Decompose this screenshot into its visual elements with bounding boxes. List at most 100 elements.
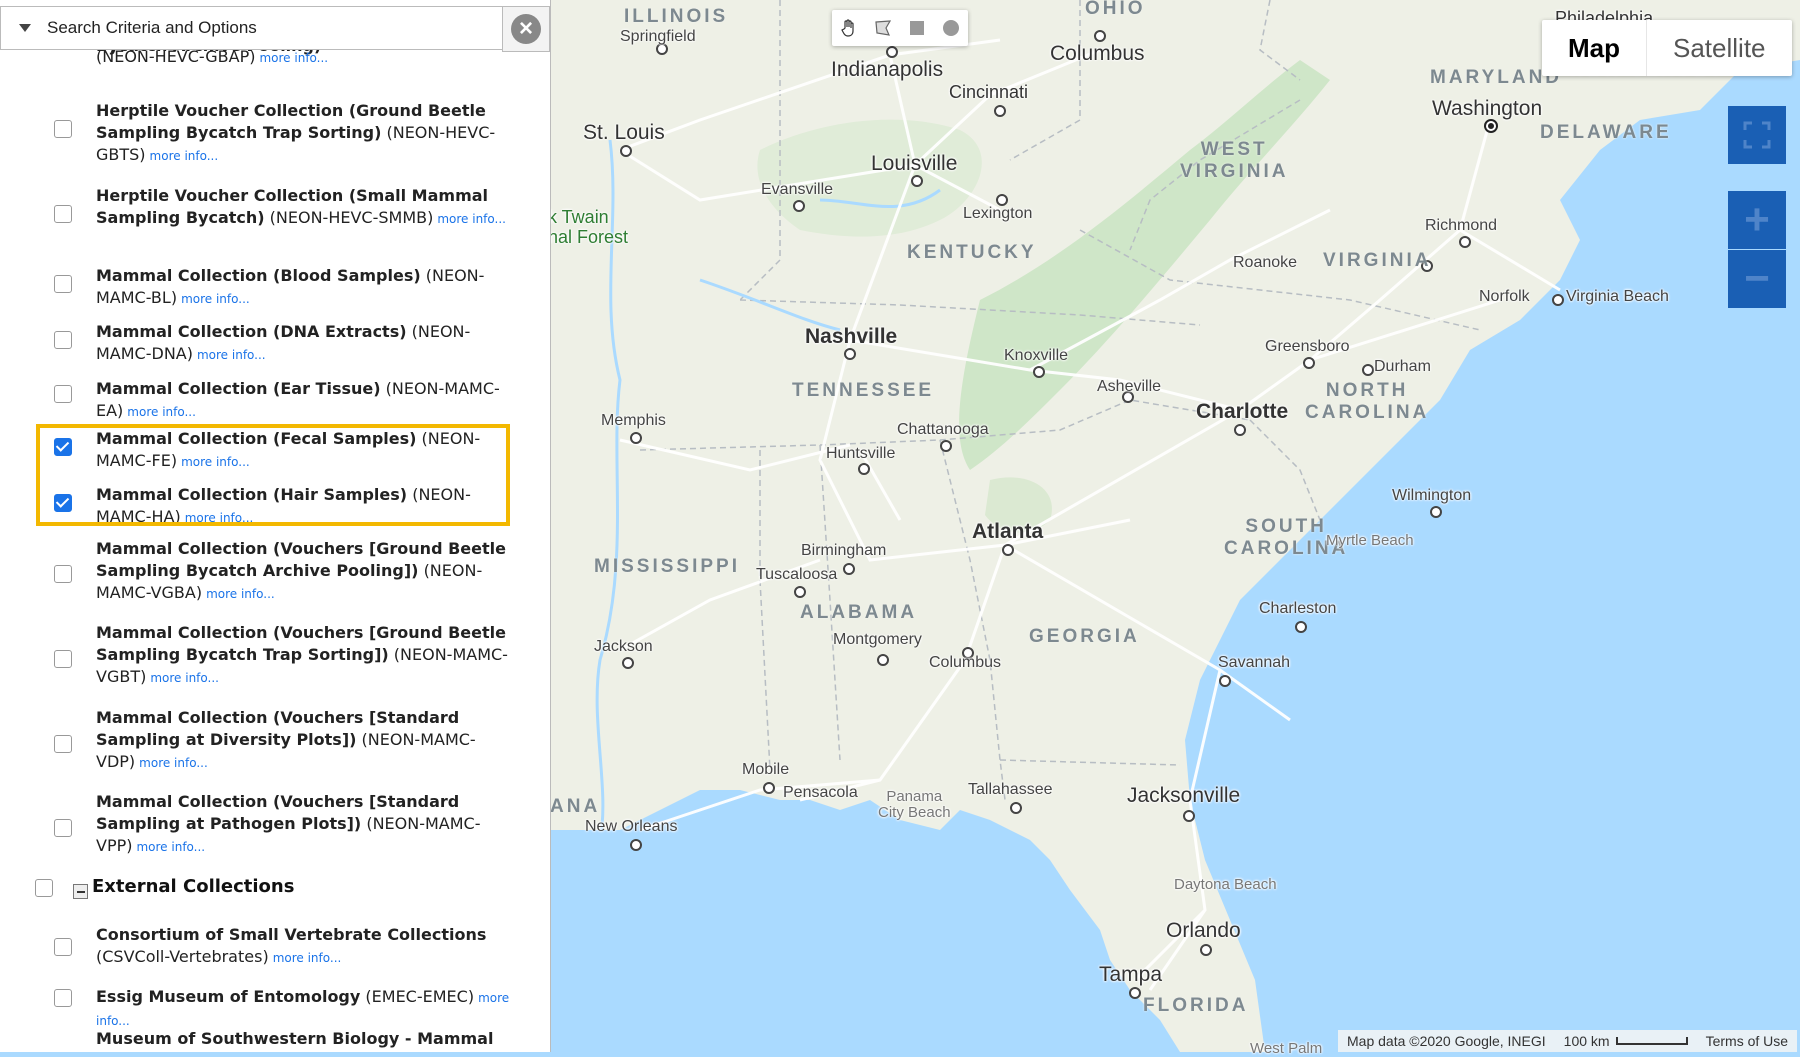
city-label: Atlanta bbox=[972, 520, 1044, 543]
more-info-link[interactable]: more info... bbox=[139, 756, 208, 770]
city-label: Tuscaloosa bbox=[756, 566, 838, 583]
state-label: NORTH CAROLINA bbox=[1305, 380, 1430, 423]
more-info-link[interactable]: more info... bbox=[206, 587, 275, 601]
scale-line bbox=[1615, 1037, 1688, 1045]
collection-label: Museum of Southwestern Biology - Mammal bbox=[96, 1028, 516, 1050]
state-label: ALABAMA bbox=[800, 602, 918, 623]
city-label: Durham bbox=[1374, 358, 1431, 375]
city-label: Roanoke bbox=[1233, 254, 1298, 271]
more-info-link[interactable]: more info... bbox=[437, 212, 506, 226]
collection-label: Essig Museum of Entomology (EMEC-EMEC) mo… bbox=[96, 986, 516, 1032]
city-dot bbox=[1002, 544, 1014, 556]
zoom-in-button[interactable]: + bbox=[1728, 191, 1786, 249]
selection-highlight bbox=[36, 424, 510, 526]
collection-label: Mammal Collection (Vouchers [Standard Sa… bbox=[96, 791, 516, 858]
city-dot bbox=[858, 463, 870, 475]
capital-dot bbox=[1484, 119, 1498, 133]
collection-checkbox[interactable] bbox=[54, 650, 72, 668]
city-label: West Palm bbox=[1250, 1040, 1323, 1057]
collection-checkbox[interactable] bbox=[54, 331, 72, 349]
collection-name: Consortium of Small Vertebrate Collectio… bbox=[96, 925, 487, 944]
circle-icon[interactable] bbox=[934, 11, 968, 45]
city-label: Nashville bbox=[805, 325, 898, 348]
state-label: TENNESSEE bbox=[792, 380, 935, 401]
hand-icon[interactable] bbox=[832, 11, 866, 45]
collection-checkbox[interactable] bbox=[54, 565, 72, 583]
collection-checkbox[interactable] bbox=[54, 275, 72, 293]
city-dot bbox=[1200, 944, 1212, 956]
panel-header[interactable]: Search Criteria and Options bbox=[0, 6, 504, 50]
more-info-link[interactable]: more info... bbox=[136, 840, 205, 854]
city-label: Huntsville bbox=[826, 445, 896, 462]
city-label: Mobile bbox=[742, 761, 790, 778]
collection-label: Mammal Collection (Vouchers [Ground Beet… bbox=[96, 622, 516, 689]
city-dot bbox=[630, 839, 642, 851]
polygon-icon[interactable] bbox=[866, 11, 900, 45]
city-dot bbox=[1129, 987, 1141, 999]
state-label: KENTUCKY bbox=[907, 242, 1037, 263]
rectangle-icon[interactable] bbox=[900, 11, 934, 45]
collection-label: Mammal Collection (Vouchers [Ground Beet… bbox=[96, 538, 516, 605]
collection-checkbox[interactable] bbox=[54, 385, 72, 403]
city-dot bbox=[994, 105, 1006, 117]
city-dot bbox=[630, 432, 642, 444]
state-label: FLORIDA bbox=[1143, 995, 1249, 1016]
more-info-link[interactable]: more info... bbox=[273, 951, 342, 965]
city-label: Louisville bbox=[871, 152, 958, 175]
terms-link[interactable]: Terms of Use bbox=[1697, 1033, 1797, 1049]
collection-checkbox[interactable] bbox=[54, 819, 72, 837]
state-label: DELAWARE bbox=[1540, 122, 1672, 143]
park-label: k Twain nal Forest bbox=[548, 207, 629, 247]
collapse-section-icon[interactable] bbox=[73, 884, 88, 899]
city-dot bbox=[1430, 506, 1442, 518]
more-info-link[interactable]: more info... bbox=[197, 348, 266, 362]
collection-label: Mammal Collection (Vouchers [Standard Sa… bbox=[96, 707, 516, 774]
collection-checkbox[interactable] bbox=[54, 989, 72, 1007]
close-panel-button[interactable]: × bbox=[502, 6, 550, 52]
external-collections-checkbox[interactable] bbox=[35, 879, 53, 897]
map-type-map-button[interactable]: Map bbox=[1542, 20, 1646, 76]
more-info-link[interactable]: more info... bbox=[150, 671, 219, 685]
zoom-out-button[interactable]: − bbox=[1728, 250, 1786, 308]
collection-checkbox[interactable] bbox=[54, 120, 72, 138]
fullscreen-button[interactable] bbox=[1728, 106, 1786, 164]
collection-label: Mammal Collection (Ear Tissue) (NEON-MAM… bbox=[96, 378, 516, 423]
more-info-link[interactable]: more info... bbox=[181, 292, 250, 306]
city-dot bbox=[1219, 675, 1231, 687]
city-label: Orlando bbox=[1166, 919, 1241, 942]
more-info-link[interactable]: more info... bbox=[150, 149, 219, 163]
city-label: Savannah bbox=[1218, 654, 1291, 671]
city-label: Indianapolis bbox=[831, 58, 944, 81]
map-type-satellite-button[interactable]: Satellite bbox=[1647, 20, 1792, 76]
state-label: VIRGINIA bbox=[1323, 250, 1432, 271]
city-label: Columbus bbox=[929, 654, 1002, 671]
city-dot bbox=[1362, 364, 1374, 376]
more-info-link[interactable]: more info... bbox=[259, 51, 328, 65]
city-label: Richmond bbox=[1425, 217, 1498, 234]
drawing-toolbar bbox=[832, 10, 968, 46]
city-dot bbox=[940, 440, 952, 452]
city-label: Panama City Beach bbox=[878, 788, 951, 821]
collection-label: Herptile Voucher Collection (Ground Beet… bbox=[96, 100, 516, 167]
city-label: Wilmington bbox=[1392, 487, 1472, 504]
city-label: St. Louis bbox=[583, 121, 665, 144]
external-collections-heading: External Collections bbox=[92, 876, 295, 897]
city-label: Charlotte bbox=[1196, 400, 1289, 423]
collection-label: Mammal Collection (Blood Samples) (NEON-… bbox=[96, 265, 516, 310]
state-label: WEST VIRGINIA bbox=[1180, 139, 1289, 182]
city-dot bbox=[794, 586, 806, 598]
city-label: Lexington bbox=[963, 205, 1033, 222]
attribution-text: Map data ©2020 Google, INEGI bbox=[1347, 1033, 1546, 1049]
collection-checkbox[interactable] bbox=[54, 938, 72, 956]
search-criteria-panel: Bycatch Archive Pooling) (NEON-HEVC-GBAP… bbox=[0, 0, 551, 1052]
city-label: Virginia Beach bbox=[1566, 288, 1669, 305]
collection-checkbox[interactable] bbox=[54, 735, 72, 753]
collection-checkbox[interactable] bbox=[54, 205, 72, 223]
city-dot bbox=[886, 46, 898, 58]
collection-label: Herptile Voucher Collection (Small Mamma… bbox=[96, 185, 516, 230]
more-info-link[interactable]: more info... bbox=[127, 405, 196, 419]
collapse-triangle-icon[interactable] bbox=[19, 24, 31, 32]
city-label: Knoxville bbox=[1004, 347, 1069, 364]
city-label: Chattanooga bbox=[897, 421, 989, 438]
city-dot bbox=[1033, 366, 1045, 378]
